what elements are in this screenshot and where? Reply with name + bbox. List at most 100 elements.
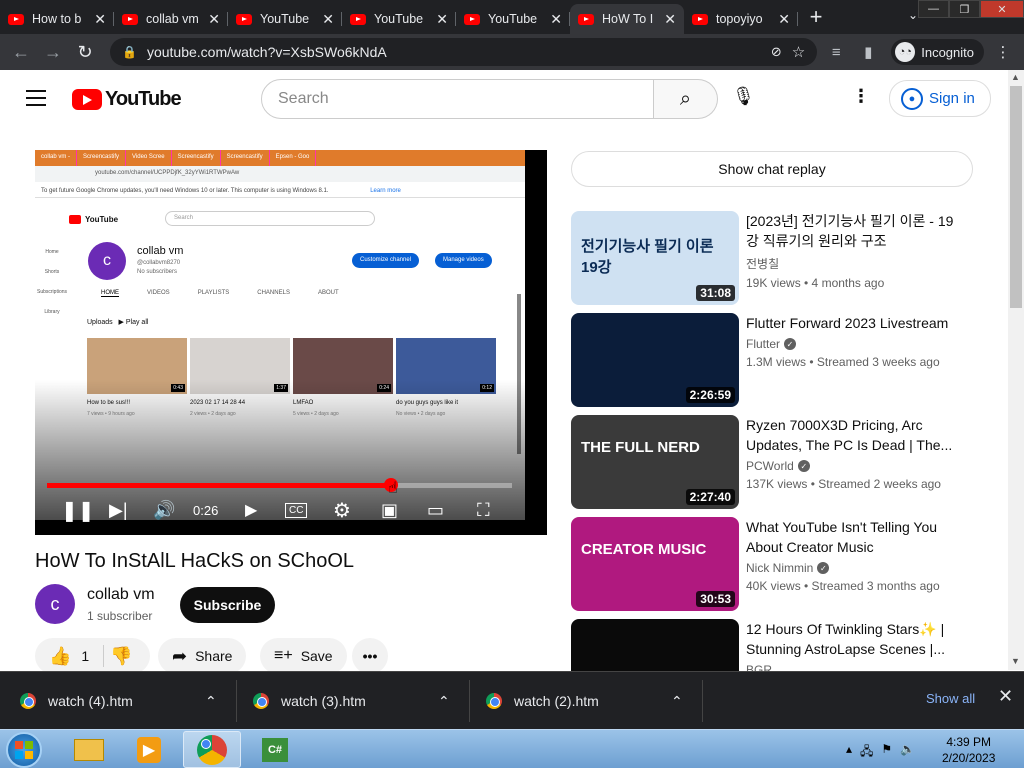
video-player[interactable]: collab vm - Screencastify Video Scree Scree…	[35, 150, 547, 535]
forward-icon[interactable]: →	[40, 42, 66, 63]
minimize-button[interactable]: —	[918, 0, 949, 18]
csharp-taskbar-icon[interactable]: C#	[246, 731, 304, 768]
close-tab-icon[interactable]: ✕	[436, 11, 448, 28]
close-tab-icon[interactable]: ✕	[550, 11, 562, 28]
dislike-button[interactable]: 👎	[110, 646, 132, 667]
start-button[interactable]	[6, 732, 42, 768]
browser-tab[interactable]: HoW To I ✕	[570, 4, 684, 34]
maximize-button[interactable]: ❐	[949, 0, 980, 18]
embedded-tab: Epsen - Goo	[270, 150, 317, 166]
video-title[interactable]: What YouTube Isn't Telling You About Cre…	[746, 517, 966, 557]
video-thumbnail[interactable]: THE FULL NERD 2:27:40	[571, 415, 739, 509]
fullscreen-icon[interactable]: ⛶	[477, 500, 490, 521]
browser-tab[interactable]: How to b ✕	[0, 4, 114, 34]
video-thumbnail[interactable]: CREATOR MUSIC 30:53	[571, 517, 739, 611]
close-tab-icon[interactable]: ✕	[664, 11, 676, 28]
search-input[interactable]: Search	[261, 79, 654, 119]
address-bar[interactable]: 🔒 youtube.com/watch?v=XsbSWo6kNdA ⊘ ☆	[110, 38, 818, 66]
channel-name[interactable]: Nick Nimmin ✓	[746, 561, 966, 575]
channel-name[interactable]: PCWorld ✓	[746, 459, 966, 473]
save-button[interactable]: ≡+ Save	[260, 638, 347, 674]
share-button[interactable]: ➦ Share	[158, 638, 247, 674]
reading-list-icon[interactable]: ≡	[823, 44, 849, 61]
show-hidden-icons-icon[interactable]: ▴	[846, 742, 852, 763]
browser-tab[interactable]: topoyiyo ✕	[684, 4, 798, 34]
media-player-taskbar-icon[interactable]: ▶	[120, 731, 178, 768]
clock-date: 2/20/2023	[942, 751, 996, 765]
channel-name[interactable]: 전병칠	[746, 255, 966, 272]
download-item[interactable]: watch (4).htm ⌃	[20, 672, 217, 730]
show-chat-replay-button[interactable]: Show chat replay	[571, 151, 973, 187]
recommended-video[interactable]: THE FULL NERD 2:27:40 Ryzen 7000X3D Pricin…	[571, 415, 1001, 509]
reload-icon[interactable]: ↻	[72, 42, 98, 63]
miniplayer-icon[interactable]: ▣	[381, 500, 398, 521]
page-scrollbar[interactable]: ▲ ▼	[1008, 70, 1024, 670]
search-icon: ⌕	[679, 87, 692, 110]
network-icon[interactable]: 🖧	[860, 742, 873, 763]
next-icon[interactable]: ▶|	[109, 500, 128, 521]
channel-name[interactable]: Flutter ✓	[746, 337, 966, 351]
tab-search-chevron-icon[interactable]: ⌄	[908, 8, 918, 22]
browser-menu-icon[interactable]: ⋮	[990, 43, 1016, 61]
recommended-video[interactable]: 2:26:59 Flutter Forward 2023 Livestream Fl…	[571, 313, 1001, 407]
close-tab-icon[interactable]: ✕	[778, 11, 790, 28]
video-title[interactable]: 12 Hours Of Twinkling Stars✨ | Stunning …	[746, 619, 966, 659]
bookmark-star-icon[interactable]: ☆	[792, 43, 805, 61]
new-tab-button[interactable]: +	[798, 4, 834, 30]
chrome-taskbar-icon[interactable]	[183, 731, 241, 768]
download-item[interactable]: watch (3).htm ⌃	[253, 672, 450, 730]
autoplay-toggle-icon[interactable]: ▶	[245, 500, 257, 520]
pause-icon[interactable]: ❚❚	[61, 498, 95, 523]
settings-more-icon[interactable]: ⋮	[852, 86, 870, 107]
scroll-up-icon[interactable]: ▲	[1011, 72, 1020, 82]
microphone-icon[interactable]: 🎙	[732, 86, 755, 107]
close-window-button[interactable]: ✕	[980, 0, 1024, 18]
volume-tray-icon[interactable]: 🔈	[900, 742, 915, 763]
file-explorer-taskbar-icon[interactable]	[60, 731, 118, 768]
browser-tab[interactable]: collab vm ✕	[114, 4, 228, 34]
close-downloads-icon[interactable]: ✕	[998, 686, 1013, 707]
video-thumbnail[interactable]: 전기기능사 필기 이론 19강 31:08	[571, 211, 739, 305]
close-tab-icon[interactable]: ✕	[322, 11, 334, 28]
video-duration: 2:27:40	[685, 489, 735, 505]
show-all-downloads-link[interactable]: Show all	[926, 691, 975, 706]
progress-bar[interactable]	[47, 478, 512, 492]
hamburger-menu-icon[interactable]	[26, 90, 46, 111]
theater-mode-icon[interactable]: ▭	[427, 500, 444, 521]
channel-avatar[interactable]: c	[35, 584, 75, 624]
channel-name[interactable]: collab vm	[87, 586, 155, 604]
subtitles-icon[interactable]: CC	[285, 502, 308, 518]
like-button[interactable]: 👍 1	[49, 646, 89, 667]
recommended-video[interactable]: CREATOR MUSIC 30:53 What YouTube Isn't Tel…	[571, 517, 1001, 611]
volume-icon[interactable]: 🔊	[153, 500, 175, 521]
close-tab-icon[interactable]: ✕	[208, 11, 220, 28]
chevron-up-icon[interactable]: ⌃	[671, 693, 683, 710]
chevron-up-icon[interactable]: ⌃	[205, 693, 217, 710]
scroll-down-icon[interactable]: ▼	[1011, 656, 1020, 666]
video-title[interactable]: Ryzen 7000X3D Pricing, Arc Updates, The …	[746, 415, 966, 455]
download-filename: watch (2).htm	[514, 693, 599, 709]
close-tab-icon[interactable]: ✕	[94, 11, 106, 28]
more-actions-button[interactable]: •••	[352, 638, 388, 674]
chevron-up-icon[interactable]: ⌃	[438, 693, 450, 710]
download-item[interactable]: watch (2).htm ⌃	[486, 672, 683, 730]
youtube-logo[interactable]: YouTube	[72, 88, 182, 111]
search-button[interactable]: ⌕	[654, 79, 718, 119]
video-title[interactable]: Flutter Forward 2023 Livestream	[746, 313, 966, 333]
browser-tab[interactable]: YouTube ✕	[342, 4, 456, 34]
tracking-protection-icon[interactable]: ⊘	[771, 44, 782, 60]
video-title[interactable]: [2023년] 전기기능사 필기 이론 - 19강 직류기의 원리와 구조	[746, 211, 966, 251]
scrollbar-thumb[interactable]	[1010, 86, 1022, 308]
video-thumbnail[interactable]: 2:26:59	[571, 313, 739, 407]
browser-tab[interactable]: YouTube ✕	[456, 4, 570, 34]
taskbar-clock[interactable]: 4:39 PM 2/20/2023	[942, 734, 995, 766]
back-icon[interactable]: ←	[8, 42, 34, 63]
sign-in-button[interactable]: ● Sign in	[889, 80, 991, 117]
action-center-icon[interactable]: ⚑	[881, 742, 892, 763]
incognito-indicator[interactable]: ◔◔ Incognito	[891, 39, 984, 65]
recommended-video[interactable]: 전기기능사 필기 이론 19강 31:08 [2023년] 전기기능사 필기 이론 …	[571, 211, 1001, 305]
subscribe-button[interactable]: Subscribe	[180, 587, 275, 623]
settings-gear-icon[interactable]: ⚙	[333, 498, 351, 523]
browser-tab[interactable]: YouTube ✕	[228, 4, 342, 34]
side-panel-icon[interactable]: ▮	[855, 43, 881, 61]
